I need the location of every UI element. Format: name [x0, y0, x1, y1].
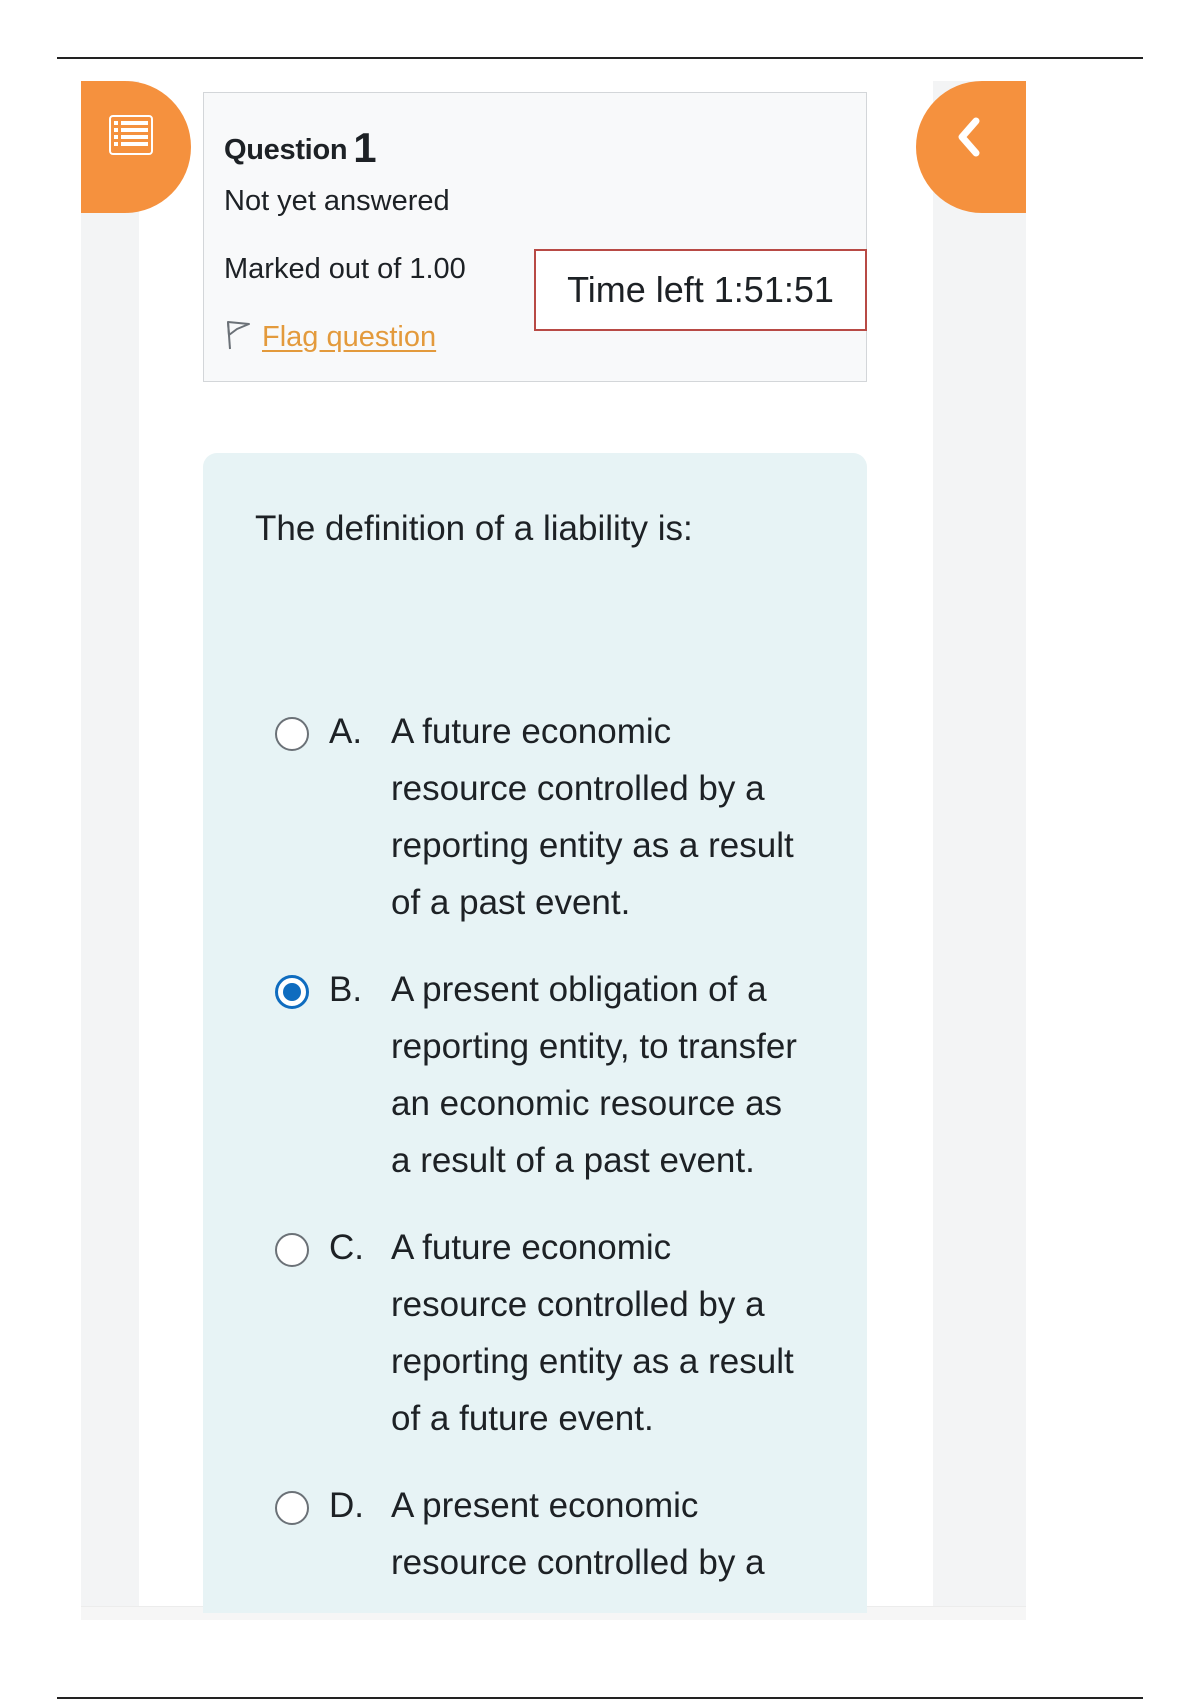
flag-question-link[interactable]: Flag question — [224, 319, 436, 356]
answer-option-a[interactable]: A. A future economic resource controlled… — [275, 703, 835, 931]
question-number: 1 — [353, 124, 377, 171]
chevron-left-icon — [954, 115, 984, 164]
question-grade: Marked out of 1.00 — [224, 253, 466, 285]
question-label: Question — [224, 134, 348, 166]
option-letter: C. — [329, 1228, 364, 1267]
option-letter: A. — [329, 712, 363, 751]
flag-icon — [224, 319, 252, 356]
question-content: The definition of a liability is: A. A f… — [203, 453, 867, 1613]
option-letter: B. — [329, 970, 363, 1009]
question-info-panel: Question 1 Not yet answered Marked out of… — [203, 92, 867, 382]
question-text: The definition of a liability is: — [255, 509, 693, 548]
answer-options: A. A future economic resource controlled… — [275, 703, 835, 1621]
radio-button[interactable] — [275, 717, 309, 751]
answer-option-d[interactable]: D. A present economic resource controlle… — [275, 1477, 835, 1591]
option-text[interactable]: A present economic resource controlled b… — [391, 1477, 811, 1591]
answer-option-b[interactable]: B. A present obligation of a reporting e… — [275, 961, 835, 1189]
option-text[interactable]: A future economic resource controlled by… — [391, 703, 811, 931]
question-heading: Question 1 — [224, 121, 377, 171]
top-divider — [57, 57, 1143, 59]
quiz-timer: Time left 1:51:51 — [534, 249, 867, 331]
option-letter: D. — [329, 1486, 364, 1525]
option-text[interactable]: A present obligation of a reporting enti… — [391, 961, 811, 1189]
radio-button-selected[interactable] — [275, 975, 309, 1009]
bottom-divider — [57, 1697, 1143, 1699]
radio-button[interactable] — [275, 1491, 309, 1525]
question-state: Not yet answered — [224, 185, 450, 217]
radio-button[interactable] — [275, 1233, 309, 1267]
flag-question-label[interactable]: Flag question — [262, 321, 436, 354]
answer-option-c[interactable]: C. A future economic resource controlled… — [275, 1219, 835, 1447]
list-icon — [109, 115, 153, 160]
option-text[interactable]: A future economic resource controlled by… — [391, 1219, 811, 1447]
